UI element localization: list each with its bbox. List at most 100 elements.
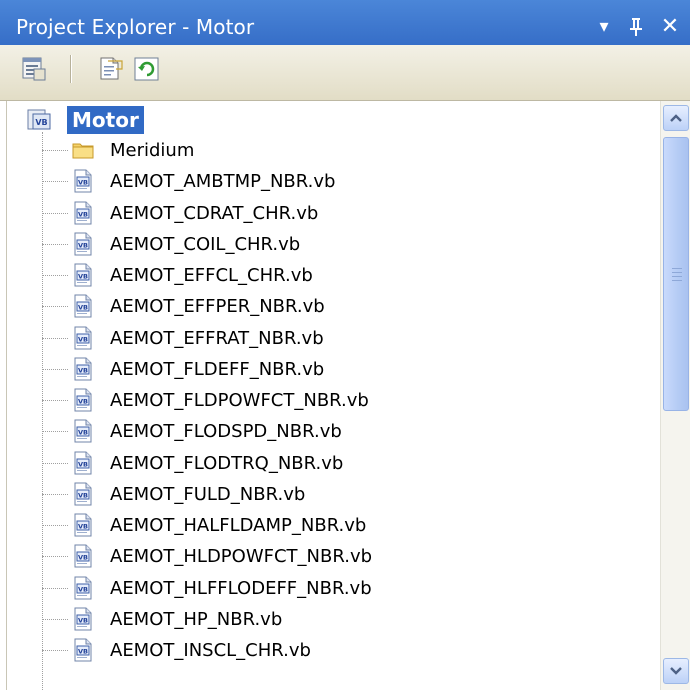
- tree-file-item[interactable]: VB AEMOT_HLDPOWFCT_NBR.vb: [7, 541, 657, 572]
- refresh-icon: [134, 57, 159, 81]
- tree-guide-line: [42, 337, 68, 339]
- tree-item-label: AEMOT_FLDPOWFCT_NBR.vb: [110, 390, 369, 411]
- vb-file-icon: VB: [74, 169, 92, 193]
- svg-text:VB: VB: [35, 118, 47, 127]
- properties-icon: [22, 57, 46, 81]
- vb-file-icon: VB: [74, 326, 92, 349]
- tree-file-item[interactable]: VB AEMOT_COIL_CHR.vb: [7, 229, 657, 260]
- svg-text:VB: VB: [78, 616, 88, 624]
- tree-file-item[interactable]: VB AEMOT_EFFCL_CHR.vb: [7, 260, 657, 291]
- tree-item-label: AEMOT_HLDPOWFCT_NBR.vb: [110, 546, 373, 568]
- svg-text:VB: VB: [78, 523, 88, 531]
- tree-item-label: AEMOT_INSCL_CHR.vb: [110, 640, 311, 661]
- chevron-down-icon: [670, 667, 682, 675]
- vb-file-icon: VB: [74, 607, 92, 631]
- scroll-up-button[interactable]: [663, 105, 689, 131]
- tree-guide-line: [42, 525, 68, 526]
- svg-text:VB: VB: [78, 210, 88, 218]
- tree-guide-line: [42, 275, 68, 276]
- close-button[interactable]: ✕: [656, 12, 684, 42]
- scroll-grip-line: [672, 280, 682, 281]
- tree-file-item[interactable]: VB AEMOT_FULD_NBR.vb: [7, 479, 657, 510]
- tree-item-label: AEMOT_EFFCL_CHR.vb: [110, 265, 313, 286]
- tree-guide-line: [42, 618, 68, 620]
- svg-text:VB: VB: [78, 429, 88, 437]
- tree-guide-line: [42, 400, 68, 401]
- pin-icon: [630, 18, 642, 36]
- tree-guide-line: [42, 462, 68, 464]
- tree-item-label: AEMOT_FLODTRQ_NBR.vb: [110, 452, 344, 474]
- window-position-dropdown-button[interactable]: ▾: [590, 12, 618, 42]
- vb-project-icon: VB: [27, 109, 51, 130]
- tree-file-item[interactable]: VB AEMOT_EFFRAT_NBR.vb: [7, 323, 657, 354]
- auto-hide-pin-button[interactable]: [622, 12, 650, 48]
- vb-file-icon: VB: [74, 263, 92, 287]
- tree-guide-line: [42, 243, 68, 245]
- svg-text:VB: VB: [78, 398, 88, 406]
- tree-guide-line: [42, 556, 68, 558]
- tree-guide-line: [42, 493, 68, 495]
- properties-button[interactable]: [20, 55, 48, 83]
- tree-item-label: AEMOT_AMBTMP_NBR.vb: [110, 171, 336, 193]
- vb-file-icon: VB: [74, 201, 92, 224]
- tree-file-item[interactable]: VB AEMOT_FLODSPD_NBR.vb: [7, 416, 657, 447]
- refresh-button[interactable]: [133, 55, 161, 83]
- tree-item-label: AEMOT_CDRAT_CHR.vb: [110, 202, 319, 224]
- svg-text:VB: VB: [78, 179, 88, 187]
- scroll-thumb[interactable]: [663, 137, 689, 411]
- vb-file-icon: VB: [74, 232, 92, 256]
- chevron-up-icon: [670, 114, 682, 122]
- tree-file-item[interactable]: VB AEMOT_INSCL_CHR.vb: [7, 635, 657, 666]
- svg-text:VB: VB: [78, 460, 88, 468]
- tree-item-label: AEMOT_FLDEFF_NBR.vb: [110, 358, 325, 380]
- view-code-icon: [100, 57, 123, 80]
- tree-file-item[interactable]: VB AEMOT_AMBTMP_NBR.vb: [7, 166, 657, 197]
- tree-file-item[interactable]: VB AEMOT_FLDEFF_NBR.vb: [7, 354, 657, 385]
- vb-file-icon: VB: [74, 451, 92, 474]
- vb-file-icon: VB: [74, 638, 92, 662]
- vb-file-icon: VB: [74, 419, 92, 443]
- tree-file-item[interactable]: VB AEMOT_CDRAT_CHR.vb: [7, 198, 657, 229]
- scroll-down-button[interactable]: [663, 658, 689, 684]
- vertical-scrollbar[interactable]: [660, 101, 690, 690]
- tree-folder-item[interactable]: Meridium: [7, 135, 657, 166]
- tree-item-label: AEMOT_HLFFLODEFF_NBR.vb: [110, 577, 372, 599]
- toolbar-separator: [70, 55, 72, 83]
- svg-text:VB: VB: [78, 241, 88, 249]
- svg-text:VB: VB: [78, 273, 88, 281]
- window-title: Project Explorer - Motor: [16, 15, 255, 39]
- tree-file-item[interactable]: VB AEMOT_FLODTRQ_NBR.vb: [7, 448, 657, 479]
- tree-root-label: Motor: [67, 106, 144, 134]
- view-code-button[interactable]: [97, 55, 125, 83]
- tree-file-item[interactable]: VB AEMOT_FLDPOWFCT_NBR.vb: [7, 385, 657, 416]
- scroll-grip-line: [672, 272, 682, 273]
- tree-item-label: AEMOT_EFFPER_NBR.vb: [110, 296, 325, 318]
- vb-file-icon: VB: [74, 357, 92, 381]
- project-tree[interactable]: VB Motor Meridium VB AEMOT_AMBTMP_NBR.vb VB…: [6, 101, 661, 690]
- tree-item-label: AEMOT_COIL_CHR.vb: [110, 233, 301, 255]
- tree-guide-line: [42, 368, 68, 370]
- tree-file-item[interactable]: VB AEMOT_HLFFLODEFF_NBR.vb: [7, 573, 657, 604]
- vb-file-icon: VB: [74, 482, 92, 506]
- vb-file-icon: VB: [74, 576, 92, 599]
- tree-guide-line: [42, 306, 68, 308]
- tree-item-label: AEMOT_EFFRAT_NBR.vb: [110, 327, 324, 349]
- tree-guide-line: [42, 431, 68, 433]
- svg-text:VB: VB: [78, 304, 88, 312]
- folder-icon: [72, 143, 94, 159]
- tree-guide-line: [42, 587, 68, 589]
- svg-text:VB: VB: [78, 585, 88, 593]
- scroll-grip-line: [672, 268, 682, 269]
- tree-item-label: AEMOT_FLODSPD_NBR.vb: [110, 421, 342, 443]
- vb-file-icon: VB: [74, 388, 92, 412]
- tree-file-item[interactable]: VB AEMOT_HALFLDAMP_NBR.vb: [7, 510, 657, 541]
- vb-file-icon: VB: [74, 544, 92, 568]
- tree-guide-line: [42, 150, 68, 151]
- tree-item-label: Meridium: [110, 140, 195, 161]
- scroll-grip-line: [672, 276, 682, 277]
- tree-file-item[interactable]: VB AEMOT_EFFPER_NBR.vb: [7, 291, 657, 322]
- tree-file-item[interactable]: VB AEMOT_HP_NBR.vb: [7, 604, 657, 635]
- tree-item-label: AEMOT_HP_NBR.vb: [110, 608, 283, 630]
- vb-file-icon: VB: [74, 294, 92, 318]
- tree-guide-line: [42, 212, 68, 214]
